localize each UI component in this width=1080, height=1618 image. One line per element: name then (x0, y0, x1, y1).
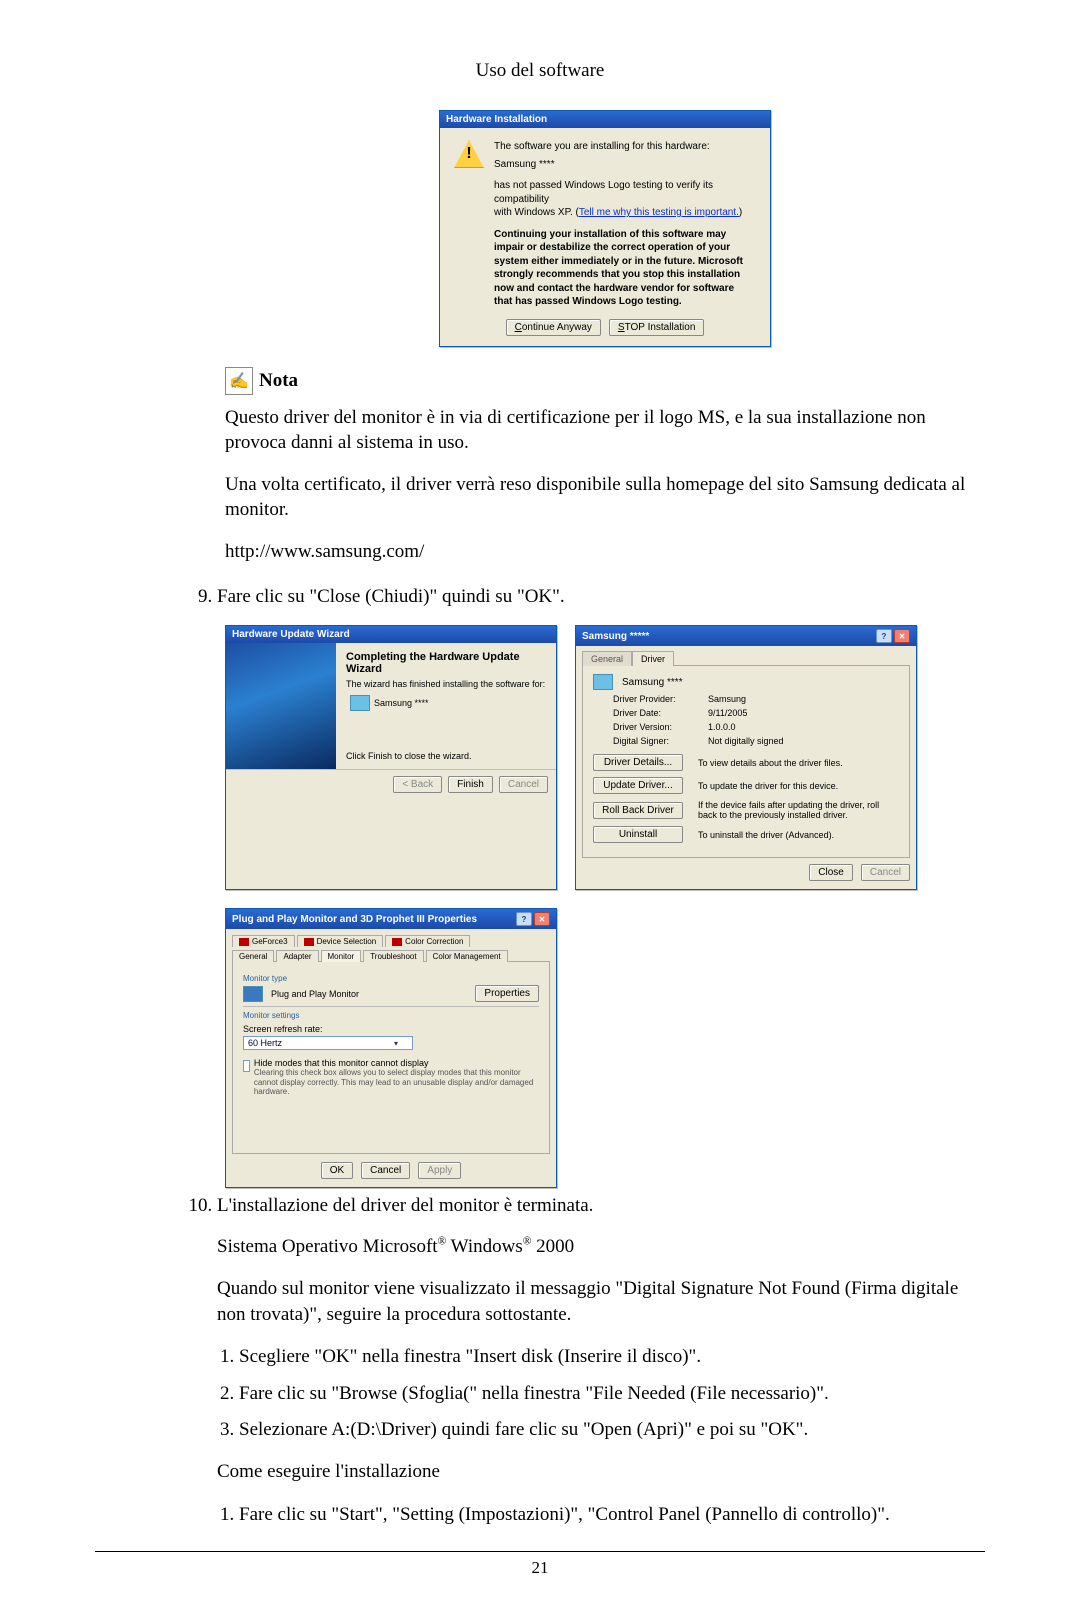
wizard-heading: Completing the Hardware Update Wizard (346, 651, 546, 675)
tab-color-correction[interactable]: Color Correction (385, 935, 470, 947)
page-number: 21 (95, 1558, 985, 1578)
label-signer: Digital Signer: (613, 736, 708, 746)
label-version: Driver Version: (613, 722, 708, 732)
hw-install-compat-c: ) (739, 207, 742, 218)
hw-install-warning-bold: Continuing your installation of this sof… (494, 228, 754, 309)
tab-general-adapter[interactable]: General (232, 950, 274, 962)
tab-monitor[interactable]: Monitor (321, 950, 362, 962)
wizard-back-button: < Back (393, 776, 442, 793)
note-paragraph-2: Una volta certificato, il driver verrà r… (225, 472, 985, 523)
step-a-1: Scegliere "OK" nella finestra "Insert di… (239, 1343, 985, 1372)
prop3d-ok-button[interactable]: OK (321, 1162, 353, 1179)
help-icon[interactable]: ? (516, 912, 532, 926)
tab-general[interactable]: General (582, 651, 632, 666)
monitor-properties-button[interactable]: Properties (475, 985, 539, 1002)
wizard-device: Samsung **** (374, 698, 429, 708)
samsung-url: http://www.samsung.com/ (225, 539, 985, 565)
monitor-icon (243, 986, 263, 1002)
hw-install-device: Samsung **** (494, 158, 754, 172)
monitor-icon (350, 695, 370, 711)
hide-modes-label: Hide modes that this monitor cannot disp… (254, 1058, 539, 1068)
refresh-rate-select[interactable]: 60 Hertz ▾ (243, 1036, 413, 1050)
step-9: Fare clic su "Close (Chiudi)" quindi su … (217, 583, 985, 612)
hardware-installation-dialog: Hardware Installation ! The software you… (439, 110, 771, 347)
close-icon[interactable]: ✕ (534, 912, 550, 926)
driver-details-button[interactable]: Driver Details... (593, 754, 683, 771)
hw-install-compat-a: has not passed Windows Logo testing to v… (494, 180, 713, 205)
driver-cancel-button: Cancel (861, 864, 910, 881)
monitor-type-value: Plug and Play Monitor (271, 989, 359, 999)
refresh-rate-value: 60 Hertz (248, 1038, 282, 1048)
hardware-update-wizard-dialog: Hardware Update Wizard Completing the Ha… (225, 625, 557, 890)
step-b-1: Fare clic su "Start", "Setting (Impostaz… (239, 1501, 985, 1530)
rollback-driver-button[interactable]: Roll Back Driver (593, 802, 683, 819)
monitor-icon (593, 674, 613, 690)
value-provider: Samsung (708, 694, 899, 704)
os-line: Sistema Operativo Microsoft® Windows® 20… (217, 1234, 985, 1260)
page-header: Uso del software (95, 60, 985, 82)
stop-installation-button[interactable]: STOP InstallationSTOP Installation (609, 319, 704, 336)
driver-close-button[interactable]: Close (809, 864, 853, 881)
driver-device: Samsung **** (622, 677, 683, 688)
update-driver-button[interactable]: Update Driver... (593, 777, 683, 794)
close-icon[interactable]: ✕ (894, 629, 910, 643)
tab-adapter[interactable]: Adapter (276, 950, 318, 962)
chevron-down-icon: ▾ (394, 1039, 398, 1048)
uninstall-driver-button[interactable]: Uninstall (593, 826, 683, 843)
hide-modes-checkbox[interactable] (243, 1060, 250, 1072)
driver-titlebar: Samsung ***** ? ✕ (576, 626, 916, 646)
wizard-titlebar: Hardware Update Wizard (226, 626, 556, 643)
wizard-finish-button[interactable]: Finish (448, 776, 493, 793)
wizard-hint: Click Finish to close the wizard. (346, 751, 546, 761)
hw-install-line1: The software you are installing for this… (494, 140, 754, 154)
step-a-3: Selezionare A:(D:\Driver) quindi fare cl… (239, 1416, 985, 1445)
value-date: 9/11/2005 (708, 708, 899, 718)
driver-details-desc: To view details about the driver files. (698, 758, 899, 768)
note-paragraph-1: Questo driver del monitor è in via di ce… (225, 405, 985, 456)
help-icon[interactable]: ? (876, 629, 892, 643)
note-icon: ✍ (225, 367, 253, 395)
digital-signature-paragraph: Quando sul monitor viene visualizzato il… (217, 1276, 985, 1327)
prop3d-title: Plug and Play Monitor and 3D Prophet III… (232, 914, 477, 925)
hide-modes-hint: Clearing this check box allows you to se… (254, 1068, 539, 1097)
label-refresh-rate: Screen refresh rate: (243, 1024, 539, 1034)
value-signer: Not digitally signed (708, 736, 899, 746)
label-date: Driver Date: (613, 708, 708, 718)
monitor-properties-dialog: Plug and Play Monitor and 3D Prophet III… (225, 908, 557, 1188)
tab-geforce3[interactable]: GeForce3 (232, 935, 295, 947)
hw-install-compat-b: with Windows XP. ( (494, 207, 579, 218)
note-label: Nota (259, 370, 298, 392)
uninstall-driver-desc: To uninstall the driver (Advanced). (698, 830, 899, 840)
group-monitor-settings: Monitor settings (243, 1011, 539, 1020)
step-10: L'installazione del driver del monitor è… (217, 1192, 985, 1221)
wizard-title: Hardware Update Wizard (232, 629, 350, 640)
group-monitor-type: Monitor type (243, 974, 539, 983)
label-provider: Driver Provider: (613, 694, 708, 704)
footer-rule (95, 1551, 985, 1552)
continue-anyway-button[interactable]: CContinue Anywayontinue Anyway (506, 319, 601, 336)
rollback-driver-desc: If the device fails after updating the d… (698, 800, 899, 820)
step-a-2: Fare clic su "Browse (Sfoglia(" nella fi… (239, 1380, 985, 1409)
wizard-cancel-button: Cancel (499, 776, 548, 793)
driver-properties-dialog: Samsung ***** ? ✕ General Driver Sams (575, 625, 917, 890)
tab-troubleshoot[interactable]: Troubleshoot (363, 950, 423, 962)
prop3d-cancel-button[interactable]: Cancel (361, 1162, 410, 1179)
update-driver-desc: To update the driver for this device. (698, 781, 899, 791)
dialog-title: Hardware Installation (446, 114, 547, 125)
tab-driver[interactable]: Driver (632, 651, 674, 666)
why-testing-link[interactable]: Tell me why this testing is important. (579, 207, 739, 218)
tab-color-management[interactable]: Color Management (426, 950, 508, 962)
wizard-banner (226, 643, 336, 769)
wizard-subtext: The wizard has finished installing the s… (346, 679, 546, 689)
prop3d-apply-button: Apply (418, 1162, 461, 1179)
value-version: 1.0.0.0 (708, 722, 899, 732)
tab-device-selection[interactable]: Device Selection (297, 935, 384, 947)
install-heading: Come eseguire l'installazione (217, 1459, 985, 1485)
prop3d-titlebar: Plug and Play Monitor and 3D Prophet III… (226, 909, 556, 929)
warning-icon: ! (454, 140, 484, 168)
dialog-titlebar: Hardware Installation (440, 111, 770, 128)
driver-title: Samsung ***** (582, 631, 649, 642)
